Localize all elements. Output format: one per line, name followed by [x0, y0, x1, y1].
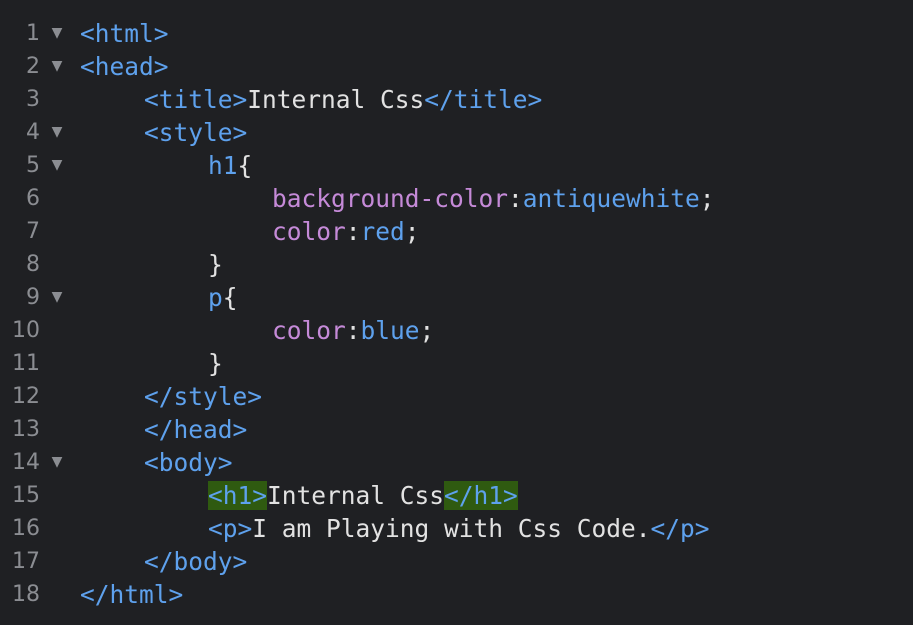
- code-token: I am Playing with Css Code.: [252, 514, 651, 543]
- code-line[interactable]: 11}: [0, 347, 913, 380]
- code-token: </html>: [80, 580, 184, 609]
- code-token: <title>: [144, 85, 248, 114]
- line-number: 9: [26, 285, 40, 310]
- line-number: 18: [12, 582, 40, 607]
- code-editor[interactable]: 1 ▼ <html> 2 ▼ <head> 3 <title>Internal Css</ti…: [0, 0, 913, 625]
- code-token: </p>: [650, 514, 710, 543]
- code-token: h1: [208, 151, 238, 180]
- line-number: 5: [26, 153, 40, 178]
- line-number: 11: [12, 351, 40, 376]
- line-number: 1: [26, 21, 40, 46]
- code-content[interactable]: }: [208, 347, 223, 380]
- code-content[interactable]: <title>Internal Css</title>: [144, 83, 542, 116]
- code-content[interactable]: </html>: [80, 578, 183, 611]
- code-line[interactable]: 1 ▼ <html>: [0, 17, 913, 50]
- code-token: p: [208, 283, 223, 312]
- code-content[interactable]: <style>: [144, 116, 247, 149]
- code-token: </style>: [144, 382, 263, 411]
- code-line[interactable]: 6 background-color:antiquewhite;: [0, 182, 913, 215]
- fold-arrow-icon[interactable]: ▼: [48, 149, 66, 182]
- code-token: ;: [699, 184, 715, 213]
- matched-tag-token: <h1>: [208, 481, 268, 510]
- code-line[interactable]: 13 </head>: [0, 413, 913, 446]
- code-line[interactable]: 4 ▼ <style>: [0, 116, 913, 149]
- code-line[interactable]: 16 <p>I am Playing with Css Code.</p>: [0, 512, 913, 545]
- code-line[interactable]: 3 <title>Internal Css</title>: [0, 83, 913, 116]
- code-content[interactable]: </style>: [144, 380, 262, 413]
- line-number: 10: [12, 318, 40, 343]
- line-number: 13: [12, 417, 40, 442]
- code-token: background-color: [272, 184, 509, 213]
- code-line[interactable]: 7 color:red;: [0, 215, 913, 248]
- code-token: </head>: [144, 415, 248, 444]
- code-content[interactable]: <html>: [80, 17, 169, 50]
- fold-arrow-icon[interactable]: ▼: [48, 281, 66, 314]
- code-token: {: [237, 151, 253, 180]
- code-content[interactable]: <body>: [144, 446, 233, 479]
- code-token: :: [345, 217, 361, 246]
- code-token: <html>: [80, 19, 169, 48]
- code-content[interactable]: p{: [208, 281, 238, 314]
- code-line[interactable]: 14 ▼ <body>: [0, 446, 913, 479]
- code-line[interactable]: 17 </body>: [0, 545, 913, 578]
- code-token: Internal Css: [267, 481, 445, 510]
- code-token: red: [360, 217, 405, 246]
- code-content[interactable]: <head>: [80, 50, 169, 83]
- line-number: 16: [12, 516, 40, 541]
- code-line[interactable]: 9 ▼ p{: [0, 281, 913, 314]
- code-lines[interactable]: 1 ▼ <html> 2 ▼ <head> 3 <title>Internal Css</ti…: [0, 17, 913, 611]
- code-content[interactable]: <p>I am Playing with Css Code.</p>: [208, 512, 710, 545]
- fold-arrow-icon[interactable]: ▼: [48, 17, 66, 50]
- code-content[interactable]: background-color:antiquewhite;: [272, 182, 715, 215]
- line-number: 14: [12, 450, 40, 475]
- code-token: {: [222, 283, 238, 312]
- code-content[interactable]: </head>: [144, 413, 247, 446]
- code-line[interactable]: 10 color:blue;: [0, 314, 913, 347]
- code-token: }: [208, 349, 223, 378]
- code-token: color: [272, 316, 346, 345]
- code-content[interactable]: color:red;: [272, 215, 420, 248]
- code-line[interactable]: 2 ▼ <head>: [0, 50, 913, 83]
- code-token: <p>: [208, 514, 253, 543]
- line-number: 7: [26, 219, 40, 244]
- line-number: 2: [26, 54, 40, 79]
- fold-arrow-icon[interactable]: ▼: [48, 116, 66, 149]
- code-line[interactable]: 12 </style>: [0, 380, 913, 413]
- line-number: 3: [26, 87, 40, 112]
- code-line[interactable]: 15 <h1>Internal Css</h1>: [0, 479, 913, 512]
- code-content[interactable]: </body>: [144, 545, 247, 578]
- code-content[interactable]: h1{: [208, 149, 252, 182]
- code-content[interactable]: }: [208, 248, 223, 281]
- code-token: blue: [360, 316, 420, 345]
- code-token: ;: [404, 217, 420, 246]
- code-token: Internal Css: [247, 85, 425, 114]
- code-line[interactable]: 18 </html>: [0, 578, 913, 611]
- code-token: </body>: [144, 547, 248, 576]
- code-token: <body>: [144, 448, 233, 477]
- line-number: 12: [12, 384, 40, 409]
- line-number: 8: [26, 252, 40, 277]
- code-token: </title>: [424, 85, 543, 114]
- code-content[interactable]: color:blue;: [272, 314, 434, 347]
- code-token: <head>: [80, 52, 169, 81]
- code-content[interactable]: <h1>Internal Css</h1>: [208, 479, 518, 512]
- code-token: :: [508, 184, 523, 213]
- fold-arrow-icon[interactable]: ▼: [48, 50, 66, 83]
- code-token: :: [345, 316, 361, 345]
- code-token: antiquewhite: [522, 184, 700, 213]
- line-number: 6: [26, 186, 40, 211]
- line-number: 17: [12, 549, 40, 574]
- code-token: ;: [419, 316, 435, 345]
- code-token: color: [272, 217, 346, 246]
- line-number: 4: [26, 120, 40, 145]
- fold-arrow-icon[interactable]: ▼: [48, 446, 66, 479]
- code-token: <style>: [144, 118, 248, 147]
- matched-tag-token: </h1>: [444, 481, 518, 510]
- code-line[interactable]: 5 ▼ h1{: [0, 149, 913, 182]
- code-token: }: [208, 250, 223, 279]
- code-line[interactable]: 8}: [0, 248, 913, 281]
- line-number: 15: [12, 483, 40, 508]
